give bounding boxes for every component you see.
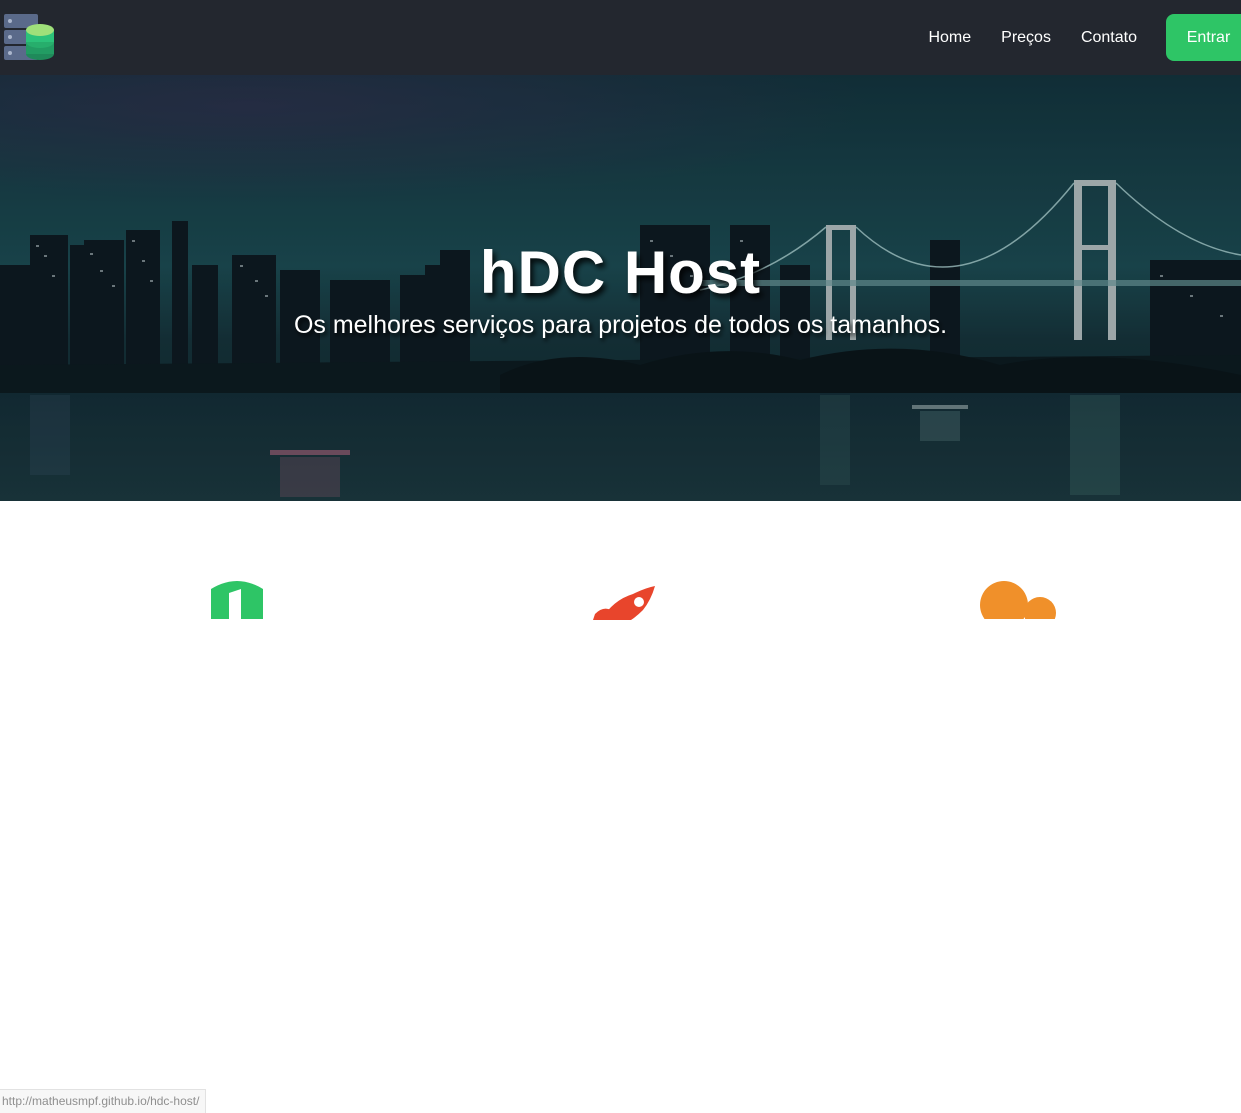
nav-link-contato[interactable]: Contato: [1081, 29, 1137, 47]
status-bar-url: http://matheusmpf.github.io/hdc-host/: [0, 1089, 207, 1113]
database-server-icon[interactable]: [4, 12, 56, 64]
hero-subtitle: Os melhores serviços para projetos de to…: [293, 311, 948, 339]
rocket-icon: [593, 580, 657, 625]
features-section: http://matheusmpf.github.io/hdc-host/: [0, 501, 1241, 1113]
hero-title: hDC Host: [479, 239, 762, 306]
nav-link-home[interactable]: Home: [928, 29, 971, 47]
navbar: Home Preços Contato Entrar: [0, 0, 1241, 75]
nav-links: Home Preços Contato Entrar: [928, 0, 1241, 75]
shield-icon: [207, 579, 267, 624]
nav-link-precos[interactable]: Preços: [1001, 29, 1051, 47]
login-button[interactable]: Entrar: [1166, 14, 1241, 61]
hero-banner: hDC Host Os melhores serviços para proje…: [0, 75, 1241, 501]
users-icon: [976, 579, 1058, 629]
